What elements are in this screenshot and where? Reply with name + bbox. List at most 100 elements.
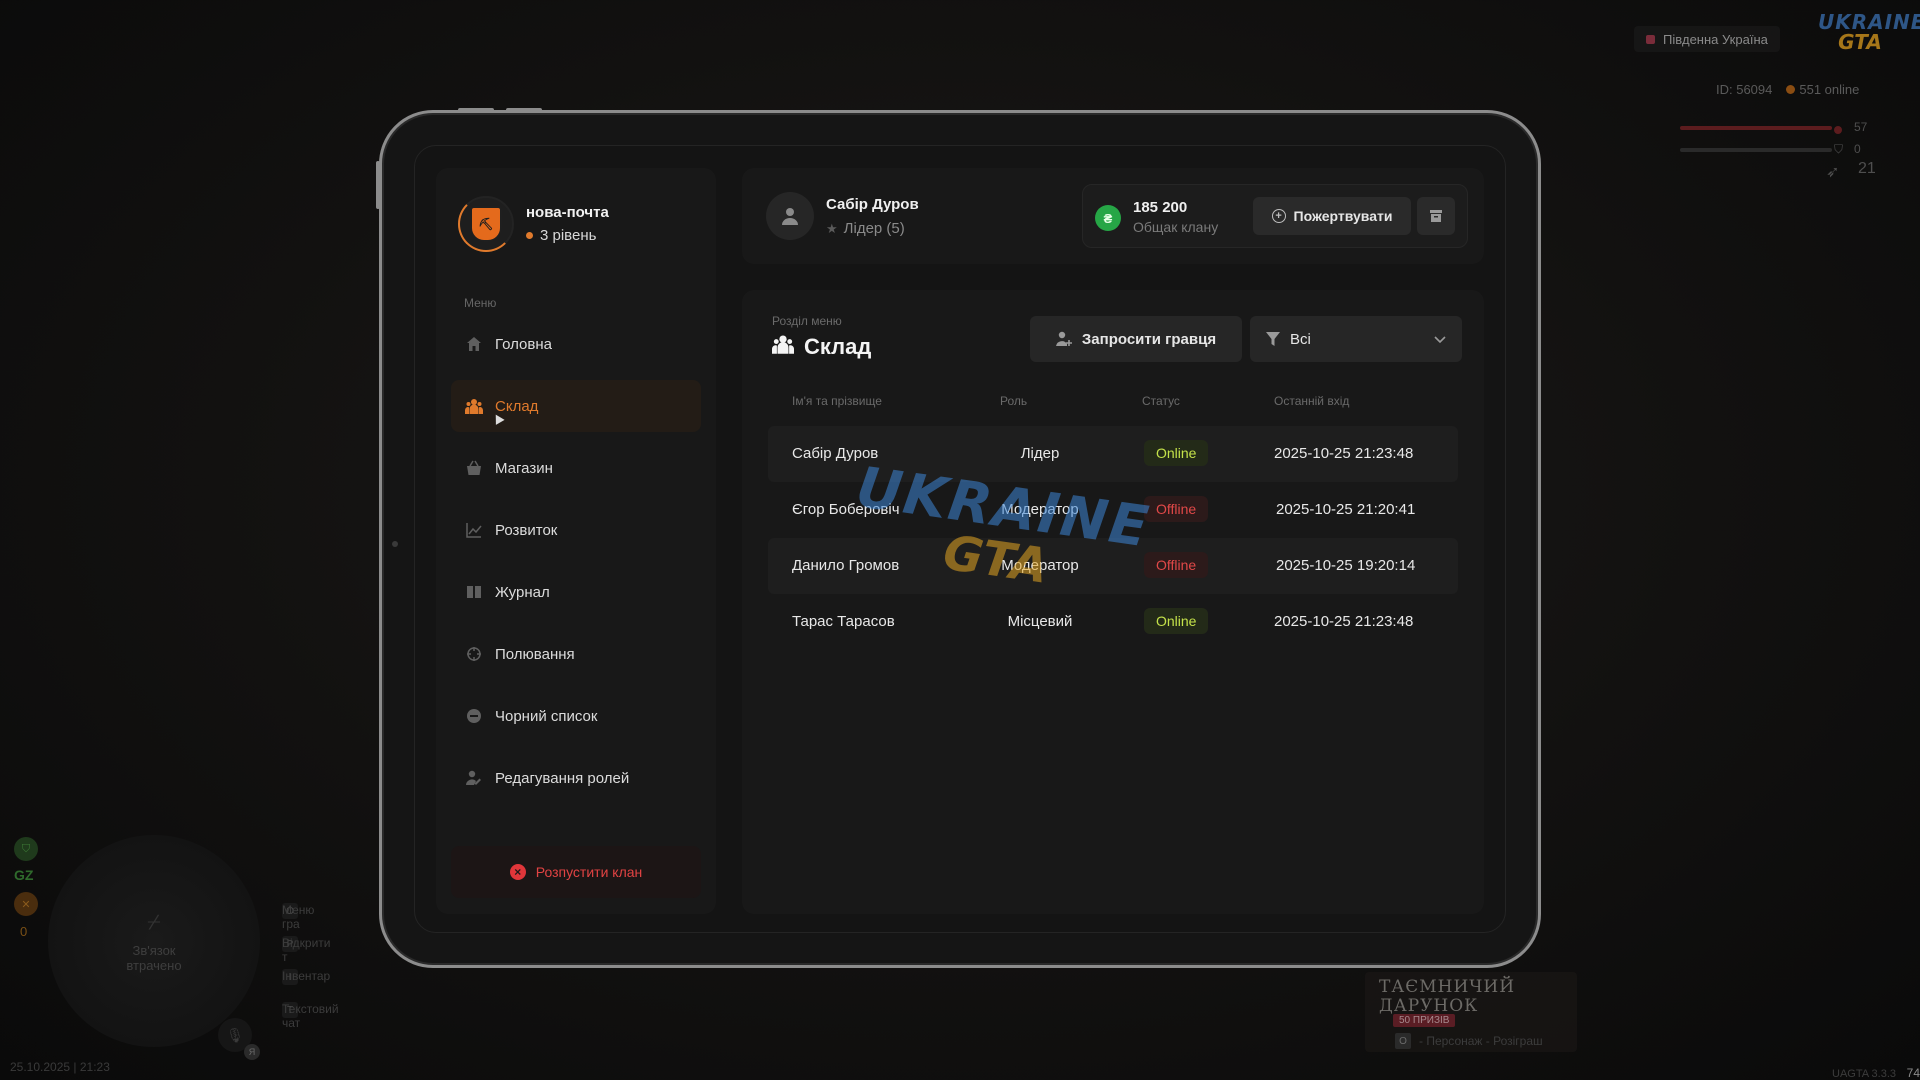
no-signal-icon: ⌿ <box>147 909 161 934</box>
server-name: Південна Україна <box>1663 31 1768 47</box>
status-badge: Online <box>1144 608 1209 634</box>
invite-player-button[interactable]: Запросити гравця <box>1030 316 1242 362</box>
bank-label: Общак клану <box>1133 219 1219 235</box>
tablet-button <box>458 108 494 112</box>
clan-level: 3 рівень <box>526 227 609 244</box>
flag-icon <box>1646 34 1655 44</box>
mic-key: Я <box>244 1044 260 1060</box>
bank-history-button[interactable] <box>1417 197 1455 235</box>
heart-icon <box>1834 126 1842 134</box>
sidebar-item-journal[interactable]: Журнал <box>451 566 701 618</box>
filter-icon <box>1266 332 1280 346</box>
level-dot-icon <box>526 232 533 239</box>
block-icon <box>465 707 483 725</box>
section-label: Розділ меню <box>772 314 842 328</box>
profile-role: ★ Лідер (5) <box>826 220 905 237</box>
table-header: Ім'я та прізвище Роль Статус Останній вх… <box>768 394 1458 414</box>
sidebar-menu: Головна Склад Магазин Розвиток Журнал По… <box>451 318 701 814</box>
clan-name: нова-почта <box>526 204 609 221</box>
online-count: 551 online <box>1786 82 1859 97</box>
status-badge: Online <box>1144 440 1209 466</box>
tablet-side-button <box>376 161 380 209</box>
gz-label: GZ <box>14 867 34 883</box>
ammo-value: 21 <box>1858 160 1876 177</box>
user-plus-icon <box>1055 331 1072 346</box>
game-logo: UKRAINE GTA <box>1818 10 1920 54</box>
sidebar-item-development[interactable]: Розвиток <box>451 504 701 556</box>
archive-icon <box>1430 210 1442 222</box>
promo-hint: O- Персонаж - Розіграш <box>1395 1033 1543 1049</box>
sidebar-item-shop[interactable]: Магазин <box>451 442 701 494</box>
ammo-icon: ➶ <box>1826 164 1840 181</box>
status-badge: Offline <box>1144 552 1209 578</box>
basket-icon <box>465 459 483 477</box>
armor-bar <box>1680 148 1832 152</box>
avatar <box>766 192 814 240</box>
member-role: Місцевий <box>1007 613 1073 630</box>
member-role: Лідер <box>1020 445 1060 462</box>
server-badge: Південна Україна <box>1634 26 1780 52</box>
member-last-login: 2025-10-25 19:20:14 <box>1276 557 1416 574</box>
table-row[interactable]: Тарас Тарасов Місцевий Online 2025-10-25… <box>768 594 1458 650</box>
chevron-down-icon <box>1434 331 1446 348</box>
members-icon <box>772 334 794 360</box>
table-row[interactable]: Сабір Дуров Лідер Online 2025-10-25 21:2… <box>768 426 1458 482</box>
menu-label: Меню <box>464 296 497 310</box>
col-status: Статус <box>1142 394 1180 408</box>
minimap: ⌿ Зв'язок втрачено <box>48 835 260 1047</box>
minimap-status: Зв'язок втрачено <box>126 943 182 973</box>
online-dot-icon <box>1786 85 1796 94</box>
counter-value: 0 <box>20 924 28 939</box>
clan-logo: ⛏ <box>458 196 514 252</box>
user-icon <box>782 208 798 225</box>
promo-badge: 50 ПРИЗІВ <box>1393 1014 1456 1027</box>
member-last-login: 2025-10-25 21:20:41 <box>1276 501 1416 518</box>
table-row[interactable]: Данило Громов Модератор Offline 2025-10-… <box>768 538 1458 594</box>
member-name: Єгор Боберовіч <box>792 501 900 518</box>
book-icon <box>465 583 483 601</box>
tablet-screen: ⛏ нова-почта 3 рівень Меню Головна Склад <box>414 145 1506 933</box>
col-name: Ім'я та прізвище <box>792 394 882 408</box>
sidebar: ⛏ нова-почта 3 рівень Меню Головна Склад <box>436 168 716 914</box>
fps-counter: 74 <box>1906 1066 1920 1080</box>
col-role: Роль <box>1000 394 1028 408</box>
chart-icon <box>465 521 483 539</box>
armor-value: 0 <box>1854 142 1861 156</box>
member-name: Тарас Тарасов <box>792 613 895 630</box>
datetime: 25.10.2025 | 21:23 <box>10 1060 110 1074</box>
profile-card: Сабір Дуров ★ Лідер (5) ₴ 185 200 Общак к… <box>742 168 1484 264</box>
crosshair-icon <box>465 645 483 663</box>
member-name: Данило Громов <box>792 557 900 574</box>
shield-icon: ⛉ <box>1834 142 1844 156</box>
camera-icon <box>392 541 398 547</box>
status-badge: Offline <box>1144 496 1209 522</box>
sidebar-item-hunting[interactable]: Полювання <box>451 628 701 680</box>
member-role: Модератор <box>1001 501 1079 518</box>
members-table: Сабір Дуров Лідер Online 2025-10-25 21:2… <box>768 426 1458 650</box>
crest-icon: ⛏ <box>470 206 502 242</box>
profile-name: Сабір Дуров <box>826 196 919 213</box>
tablet-device: ⛏ нова-почта 3 рівень Меню Головна Склад <box>376 108 1541 968</box>
section-title: Склад <box>772 334 871 360</box>
donate-button[interactable]: + Пожертвувати <box>1253 197 1411 235</box>
sidebar-item-home[interactable]: Головна <box>451 318 701 370</box>
shield-status-icon: ⛉ <box>14 837 38 861</box>
tools-icon: ✕ <box>14 892 38 916</box>
plus-circle-icon: + <box>1271 209 1286 223</box>
members-icon <box>465 397 483 415</box>
tablet-button <box>506 108 542 112</box>
disband-clan-button[interactable]: × Розпустити клан <box>451 846 701 898</box>
hryvnia-icon: ₴ <box>1095 205 1121 231</box>
clan-bank: ₴ 185 200 Общак клану + Пожертвувати <box>1082 184 1468 248</box>
sidebar-item-blacklist[interactable]: Чорний список <box>451 690 701 742</box>
sidebar-item-role-editing[interactable]: Редагування ролей <box>451 752 701 804</box>
player-info: ID: 56094 551 online <box>1716 82 1859 97</box>
member-last-login: 2025-10-25 21:23:48 <box>1274 445 1414 462</box>
player-id: ID: 56094 <box>1716 82 1773 97</box>
health-value: 57 <box>1854 120 1868 134</box>
version-label: UAGTA 3.3.3 <box>1832 1068 1896 1080</box>
table-row[interactable]: Єгор Боберовіч Модератор Offline 2025-10… <box>768 482 1458 538</box>
filter-select[interactable]: Всі <box>1250 316 1462 362</box>
clan-header: ⛏ нова-почта 3 рівень <box>458 196 609 252</box>
sidebar-item-members[interactable]: Склад <box>451 380 701 432</box>
